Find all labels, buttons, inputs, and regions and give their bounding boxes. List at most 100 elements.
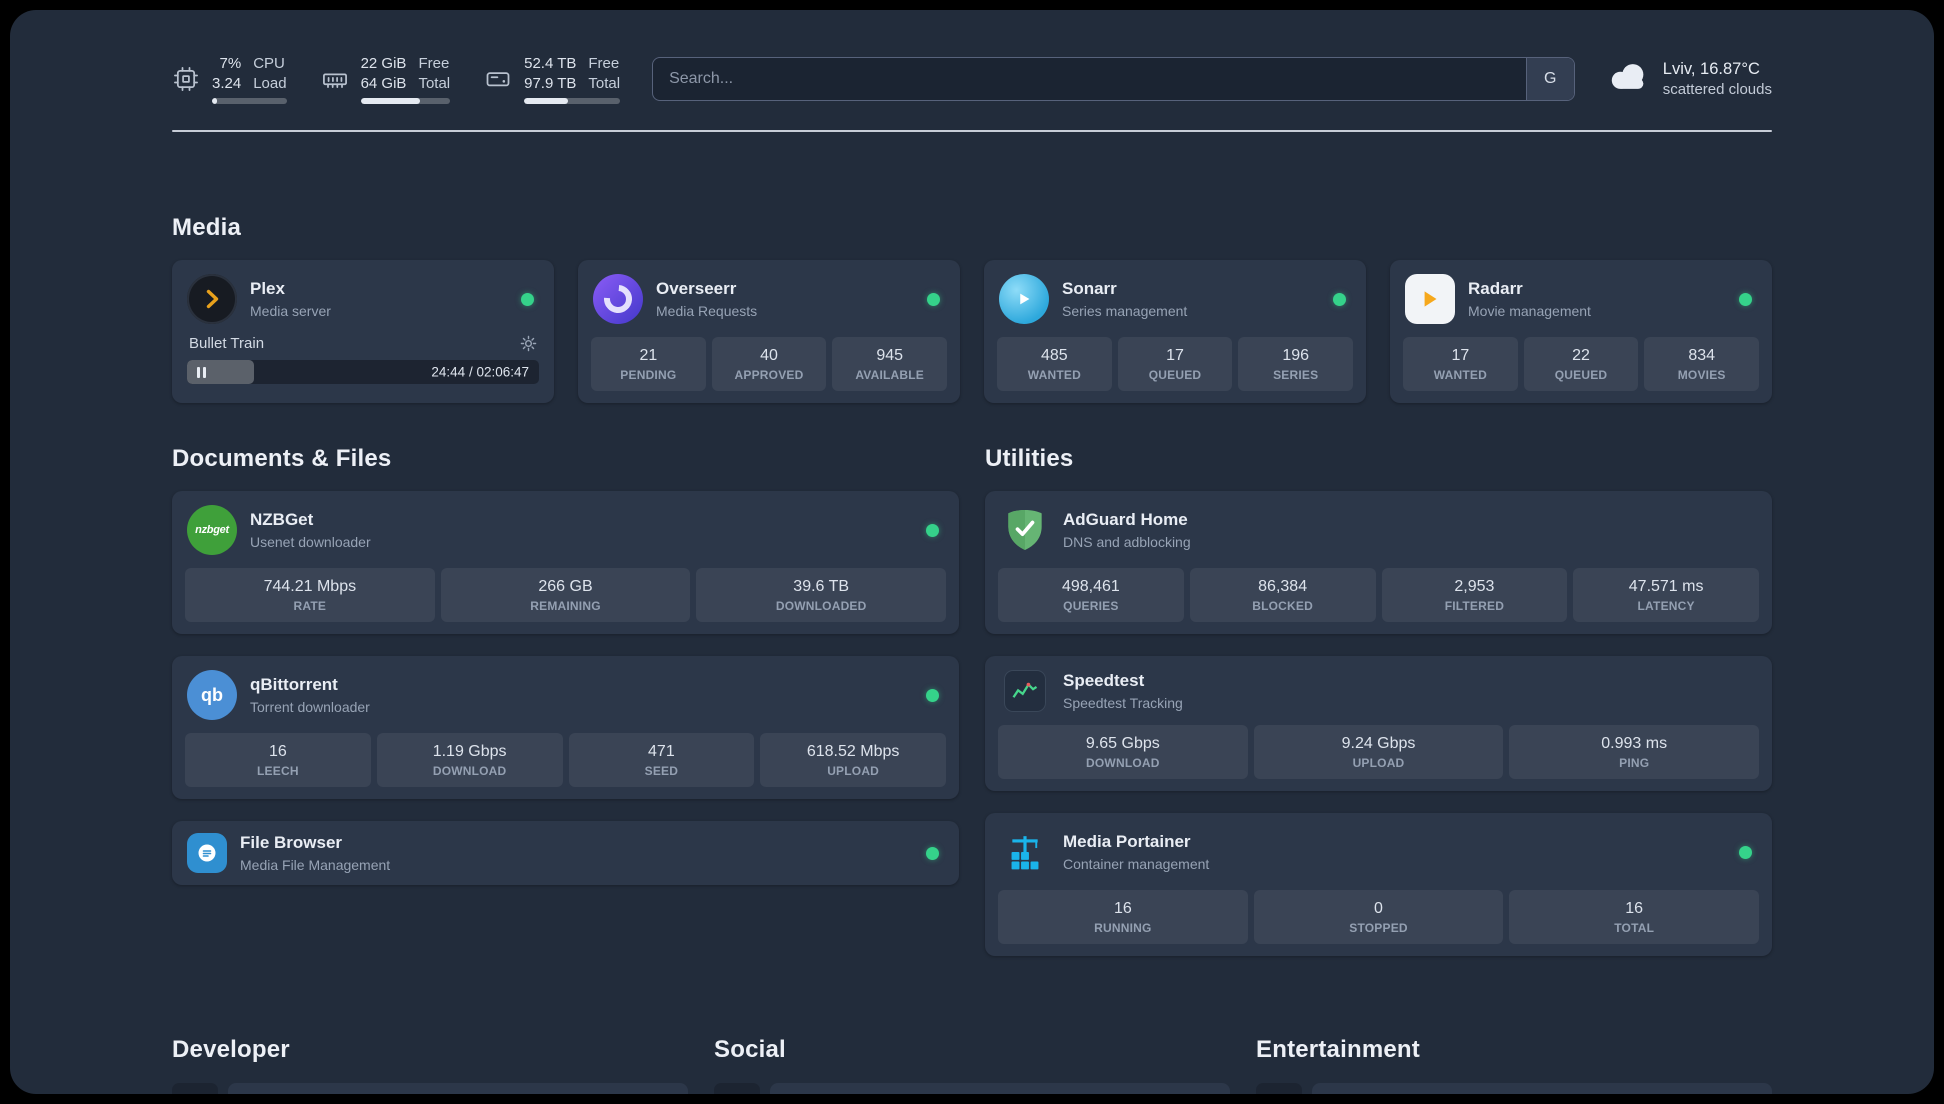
plex-now-playing: Bullet Train 24:44 / 02:06:47 — [185, 333, 541, 384]
stat-label: DOWNLOAD — [432, 764, 507, 778]
stat-latency: 47.571 ms LATENCY — [1573, 568, 1759, 622]
stat-value: 40 — [760, 347, 778, 364]
service-card-overseerr[interactable]: Overseerr Media Requests 21 PENDING 40 A… — [578, 260, 960, 403]
stat-value: 39.6 TB — [793, 578, 850, 595]
stat-label: SERIES — [1273, 368, 1319, 382]
service-subtitle: Media Requests — [656, 302, 758, 319]
status-dot — [1739, 292, 1752, 306]
stat-label: WANTED — [1433, 368, 1487, 382]
stat-value: 9.65 Gbps — [1085, 735, 1160, 752]
stats-row: 744.21 Mbps RATE 266 GB REMAINING 39.6 T… — [185, 568, 947, 622]
bookmark-abbr: GH — [172, 1083, 218, 1094]
cpu-usage-label: CPU — [253, 55, 285, 72]
pause-button[interactable] — [187, 360, 215, 384]
stats-row: 21 PENDING 40 APPROVED 945 AVAILABLE — [591, 337, 948, 391]
search-provider-button[interactable]: G — [1525, 58, 1574, 100]
topbar-divider — [172, 130, 1772, 132]
stat-label: QUEUED — [1554, 368, 1608, 382]
bookmark-pill: YouTube youtube.com — [1312, 1083, 1772, 1094]
service-name: Overseerr — [656, 279, 737, 299]
memory-total-label: Total — [418, 74, 451, 92]
stat-value: 17 — [1166, 347, 1184, 364]
cpu-load-label: Load — [253, 74, 287, 92]
stat-movies: 834 MOVIES — [1644, 337, 1760, 391]
stat-value: 485 — [1040, 347, 1068, 364]
bookmark-pill: LinkedIn linkedin.com — [770, 1083, 1230, 1094]
memory-free-value: 22 GiB — [360, 55, 407, 72]
stat-download: 1.19 Gbps DOWNLOAD — [376, 733, 563, 787]
stat-approved: 40 APPROVED — [711, 337, 827, 391]
service-subtitle: DNS and adblocking — [1063, 533, 1191, 550]
service-card-speedtest[interactable]: Speedtest Speedtest Tracking 9.65 Gbps D… — [985, 656, 1772, 791]
stat-running: 16 RUNNING — [998, 890, 1248, 944]
ram-icon — [321, 65, 349, 93]
adguard-icon — [1000, 505, 1050, 555]
stat-wanted: 485 WANTED — [997, 337, 1112, 391]
top-bar: 7% CPU 3.24 Load 22 GiB Free 64 GiB Tota… — [172, 10, 1772, 104]
section-documents: Documents & Files nzbget NZBGet Usenet d… — [172, 445, 959, 956]
service-card-filebrowser[interactable]: File Browser Media File Management — [172, 821, 959, 885]
stat-seed: 471 SEED — [568, 733, 755, 787]
service-card-adguard[interactable]: AdGuard Home DNS and adblocking 498,461 … — [985, 491, 1772, 634]
stat-value: 47.571 ms — [1628, 578, 1704, 595]
stat-label: QUERIES — [1063, 599, 1119, 613]
section-title-documents: Documents & Files — [172, 445, 392, 472]
stat-value: 2,953 — [1454, 578, 1495, 595]
stat-value: 16 — [1113, 900, 1132, 917]
resource-cpu: 7% CPU 3.24 Load — [172, 54, 287, 104]
stats-row: 16 RUNNING 0 STOPPED 16 TOTAL — [998, 890, 1760, 944]
disk-total-value: 97.9 TB — [524, 74, 577, 92]
gear-icon[interactable] — [520, 335, 537, 352]
weather-condition: scattered clouds — [1662, 81, 1772, 98]
service-name: Plex — [250, 279, 285, 299]
service-card-portainer[interactable]: Media Portainer Container management 16 … — [985, 813, 1772, 956]
stat-value: 0 — [1374, 900, 1383, 917]
stat-label: QUEUED — [1148, 368, 1202, 382]
stat-upload: 618.52 Mbps UPLOAD — [760, 733, 946, 787]
section-title-utilities: Utilities — [985, 445, 1074, 472]
stat-available: 945 AVAILABLE — [832, 337, 948, 391]
service-card-qbittorrent[interactable]: qb qBittorrent Torrent downloader 16 LEE… — [172, 656, 959, 799]
disk-free-value: 52.4 TB — [524, 55, 577, 72]
disk-icon — [484, 65, 512, 93]
service-name: AdGuard Home — [1063, 510, 1188, 530]
search-input[interactable] — [653, 58, 1526, 100]
bookmark-pill: Github github.com — [228, 1083, 688, 1094]
dashboard-panel: 7% CPU 3.24 Load 22 GiB Free 64 GiB Tota… — [10, 10, 1934, 1094]
stat-filtered: 2,953 FILTERED — [1381, 568, 1568, 622]
bookmark-github[interactable]: GH Github github.com — [172, 1082, 688, 1094]
stat-label: REMAINING — [530, 599, 601, 613]
stats-row: 9.65 Gbps DOWNLOAD 9.24 Gbps UPLOAD 0.99… — [998, 725, 1760, 779]
playback-time: 24:44 / 02:06:47 — [431, 364, 529, 380]
service-card-plex[interactable]: Plex Media server Bullet Train 24:44 / 0… — [172, 260, 554, 403]
status-dot — [927, 292, 940, 306]
stat-leech: 16 LEECH — [185, 733, 371, 787]
nzbget-logo-text: nzbget — [195, 524, 229, 536]
stat-value: 618.52 Mbps — [806, 743, 900, 760]
stat-value: 266 GB — [538, 578, 593, 595]
stat-value: 22 — [1572, 347, 1590, 364]
stat-value: 86,384 — [1258, 578, 1308, 595]
cpu-progress-bar — [212, 98, 287, 104]
service-subtitle: Media File Management — [240, 856, 391, 873]
service-card-sonarr[interactable]: Sonarr Series management 485 WANTED 17 Q… — [984, 260, 1366, 403]
stat-value: 17 — [1451, 347, 1470, 364]
playback-progress-bar[interactable]: 24:44 / 02:06:47 — [187, 360, 539, 384]
stat-label: SEED — [644, 764, 679, 778]
bookmark-youtube[interactable]: YT YouTube youtube.com — [1256, 1082, 1772, 1094]
service-subtitle: Media server — [250, 302, 331, 319]
stat-label: UPLOAD — [1352, 756, 1405, 770]
memory-total-value: 64 GiB — [360, 74, 407, 92]
stat-label: BLOCKED — [1252, 599, 1313, 613]
stat-blocked: 86,384 BLOCKED — [1189, 568, 1376, 622]
service-card-nzbget[interactable]: nzbget NZBGet Usenet downloader 744.21 M… — [172, 491, 959, 634]
service-card-radarr[interactable]: Radarr Movie management 17 WANTED 22 QUE… — [1390, 260, 1772, 403]
stat-queued: 22 QUEUED — [1523, 337, 1639, 391]
cpu-usage-value: 7% — [219, 55, 242, 72]
stat-value: 196 — [1282, 347, 1310, 364]
bookmark-linkedin[interactable]: LI LinkedIn linkedin.com — [714, 1082, 1230, 1094]
stat-label: PENDING — [620, 368, 677, 382]
stats-row: 16 LEECH 1.19 Gbps DOWNLOAD 471 SEED 618… — [185, 733, 946, 787]
service-subtitle: Container management — [1063, 855, 1210, 872]
stat-label: LATENCY — [1637, 599, 1695, 613]
